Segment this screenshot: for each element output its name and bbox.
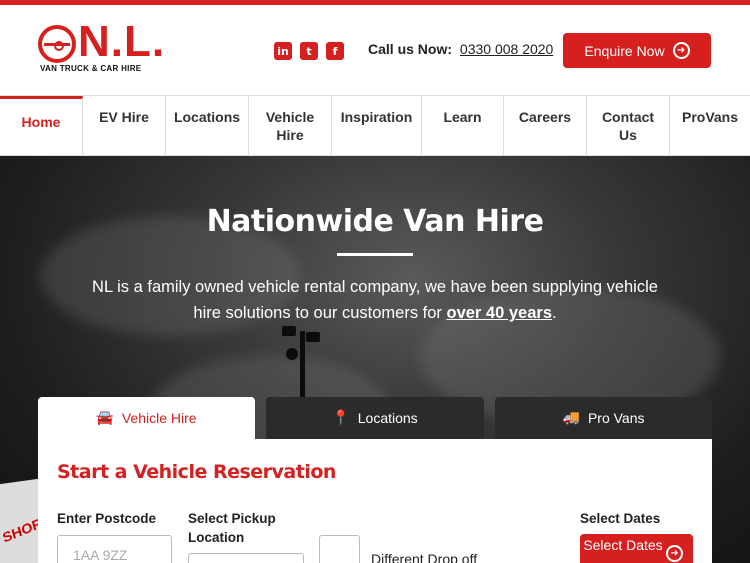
main-nav: Home EV Hire Locations Vehicle Hire Insp… xyxy=(0,95,750,156)
tab-pro-vans[interactable]: 🚚 Pro Vans xyxy=(495,397,712,439)
select-dates-button[interactable]: Select Dates ➜ xyxy=(580,534,693,563)
call-us: Call us Now: 0330 008 2020 xyxy=(368,41,553,57)
social-links: in t f xyxy=(274,42,344,60)
pickup-label: Select Pickup Location xyxy=(188,511,276,545)
hero-subtitle-highlight[interactable]: over 40 years xyxy=(447,304,553,322)
linkedin-icon[interactable]: in xyxy=(274,42,292,60)
enquire-label: Enquire Now xyxy=(584,42,665,59)
call-us-label: Call us Now: xyxy=(368,41,453,57)
tab-pro-vans-label: Pro Vans xyxy=(587,410,645,426)
different-dropoff-label: Different Drop off xyxy=(371,551,478,563)
site-header: N.L. VAN TRUCK & CAR HIRE in t f Call us… xyxy=(0,5,750,95)
nav-item-vehicle-hire[interactable]: Vehicle Hire xyxy=(249,96,332,155)
logo-subtitle: VAN TRUCK & CAR HIRE xyxy=(40,64,142,73)
nav-item-locations[interactable]: Locations xyxy=(166,96,249,155)
select-dates-label: Select Dates xyxy=(583,537,663,553)
enquire-now-button[interactable]: Enquire Now ➜ xyxy=(563,33,711,68)
hero-subtitle: NL is a family owned vehicle rental comp… xyxy=(80,274,670,326)
hero-subtitle-text: NL is a family owned vehicle rental comp… xyxy=(92,278,658,322)
hero-subtitle-end: . xyxy=(552,304,557,322)
postcode-label: Enter Postcode xyxy=(57,511,157,526)
tab-locations-label: Locations xyxy=(357,410,418,426)
reservation-panel: Start a Vehicle Reservation Enter Postco… xyxy=(38,439,712,563)
nav-item-home[interactable]: Home xyxy=(0,96,83,155)
floodlight xyxy=(282,326,296,336)
nav-item-learn[interactable]: Learn xyxy=(422,96,504,155)
tab-locations[interactable]: 📍 Locations xyxy=(266,397,484,439)
floodlight xyxy=(306,332,320,342)
nav-item-inspiration[interactable]: Inspiration xyxy=(332,96,422,155)
postcode-input[interactable]: 1AA 9ZZ xyxy=(57,535,172,563)
nav-item-careers[interactable]: Careers xyxy=(504,96,587,155)
dates-label: Select Dates xyxy=(580,511,661,526)
different-dropoff-checkbox[interactable] xyxy=(319,535,360,563)
arrow-right-circle-icon: ➜ xyxy=(672,42,690,59)
nav-item-provans[interactable]: ProVans xyxy=(670,96,750,155)
nav-item-contact-us[interactable]: Contact Us xyxy=(587,96,670,155)
tab-vehicle-hire[interactable]: 🚘 Vehicle Hire xyxy=(38,397,255,439)
site-logo[interactable]: N.L. VAN TRUCK & CAR HIRE xyxy=(38,17,183,78)
map-pin-icon: 📍 xyxy=(332,410,350,426)
truck-icon: 🚚 xyxy=(562,410,580,426)
hero-title: Nationwide Van Hire xyxy=(206,204,544,239)
nav-item-ev-hire[interactable]: EV Hire xyxy=(83,96,166,155)
facebook-icon[interactable]: f xyxy=(326,42,344,60)
reservation-title: Start a Vehicle Reservation xyxy=(57,461,336,483)
logo-text: N.L. xyxy=(78,17,166,66)
pickup-select[interactable] xyxy=(188,553,304,563)
twitter-icon[interactable]: t xyxy=(300,42,318,60)
floodlight xyxy=(286,348,298,360)
postcode-placeholder: 1AA 9ZZ xyxy=(73,547,128,563)
hero-divider xyxy=(337,253,413,256)
phone-link[interactable]: 0330 008 2020 xyxy=(460,41,553,57)
arrow-right-circle-icon: ➜ xyxy=(666,545,683,562)
car-icon: 🚘 xyxy=(96,410,114,426)
tab-vehicle-hire-label: Vehicle Hire xyxy=(121,410,197,426)
steering-wheel-icon xyxy=(38,25,76,63)
